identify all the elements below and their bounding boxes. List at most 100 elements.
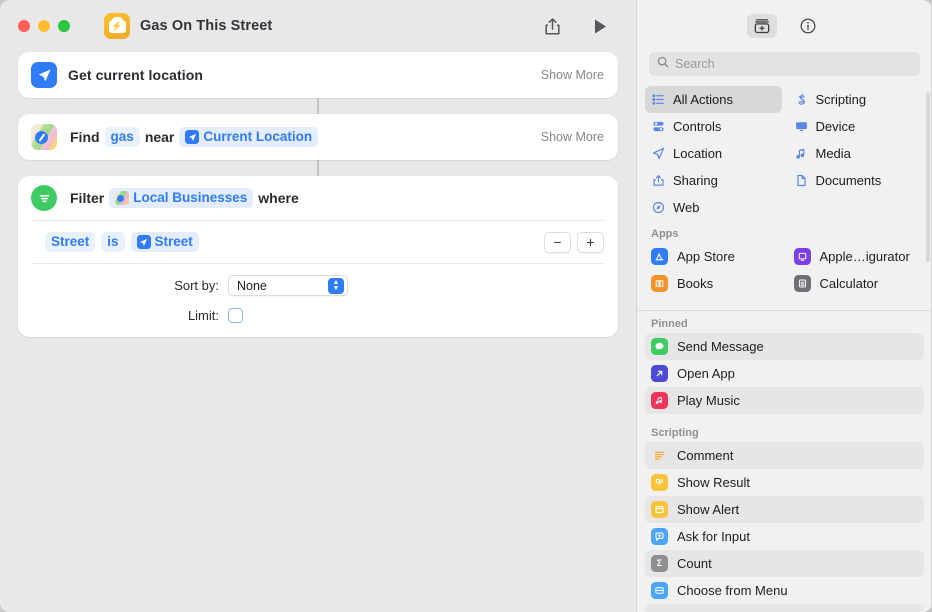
location-arrow-icon [185,130,200,144]
show-more-button[interactable]: Show More [541,68,604,82]
action-connector [317,160,319,176]
condition-buttons: − + [544,231,604,253]
library-item-open-app[interactable]: Open App [645,360,924,387]
sort-by-row: Sort by: None ▲ ▼ [18,264,618,300]
title-bar-actions [540,14,620,38]
category-grid: All Actions Scripting Controls Device Lo… [637,86,932,221]
library-item-label: Ask for Input [677,529,750,545]
info-tab[interactable] [793,14,823,38]
remove-condition-button[interactable]: − [544,231,571,253]
library-item-count[interactable]: Σ Count [645,550,924,578]
add-condition-button[interactable]: + [577,231,604,253]
search-query-chip[interactable]: gas [104,126,140,148]
category-scripting[interactable]: Scripting [788,86,925,113]
category-device[interactable]: Device [788,113,925,140]
action-card-find-places[interactable]: Find gas near Current Location Show More [18,114,618,160]
sort-by-select[interactable]: None ▲ ▼ [228,275,348,296]
filter-input-token[interactable]: Local Businesses [109,187,254,209]
current-location-variable-token[interactable]: Current Location [179,126,319,148]
library-item-choose-from-menu[interactable]: Choose from Menu [645,577,924,604]
category-controls[interactable]: Controls [645,113,782,140]
library-item-send-message[interactable]: Send Message [645,333,924,361]
category-web[interactable]: Web [645,194,782,221]
app-store-icon [651,248,668,266]
library-item-label: Open App [677,366,735,382]
location-arrow-icon [31,62,57,88]
share-icon [651,174,666,187]
limit-checkbox[interactable] [228,308,243,323]
window-controls[interactable] [18,20,70,32]
library-item-comment[interactable]: Comment [645,442,924,470]
library-item-label: Count [677,556,712,572]
category-sharing[interactable]: Sharing [645,167,782,194]
filter-prefix-label: Filter [70,190,105,206]
category-documents[interactable]: Documents [788,167,925,194]
library-item-app-store[interactable]: App Store [645,243,782,270]
workflow-canvas: Get current location Show More Find gas … [0,52,636,612]
library-item-play-music[interactable]: Play Music [645,387,924,415]
library-item-label: Show Result [677,475,750,491]
limit-label: Limit: [187,308,219,323]
shortcuts-window: ⚡ Gas On This Street Get current locatio… [0,0,932,612]
library-item-label: Choose from Menu [677,583,788,599]
messages-icon [651,338,668,356]
run-icon[interactable] [588,14,612,38]
category-label: Controls [673,119,722,135]
chevron-updown-icon: ▲ ▼ [328,278,344,294]
library-item-apple-configurator[interactable]: Apple…igurator [788,243,925,270]
shortcuts-car-icon: ⚡ [104,13,130,39]
scripting-list: Comment Show Result Show Alert Ask for I… [637,442,932,612]
filter-condition-row: Street is Street − + [18,221,618,263]
shortcut-editor-pane: ⚡ Gas On This Street Get current locatio… [0,0,636,612]
section-header-apps: Apps [651,228,679,241]
action-card-get-location[interactable]: Get current location Show More [18,52,618,98]
search-icon [657,55,669,73]
zoom-button[interactable] [58,20,70,32]
library-item-calculator[interactable]: Calculator [788,270,925,297]
music-note-icon [794,147,809,160]
library-tab-bar [637,0,932,52]
category-label: Location [673,146,723,162]
category-label: Web [673,200,700,216]
section-header-scripting: Scripting [651,427,699,440]
action-card-filter[interactable]: Filter Local Businesses where Street is [18,176,618,337]
music-icon [651,392,668,410]
variable-label: Current Location [203,128,313,144]
books-icon [651,275,668,293]
category-label: Scripting [815,92,867,108]
library-item-label: Books [677,276,714,292]
category-label: Device [815,119,856,135]
library-item-label: Play Music [677,393,740,409]
share-icon[interactable] [540,14,564,38]
category-all-actions[interactable]: All Actions [645,86,782,114]
minimize-button[interactable] [38,20,50,32]
sort-by-label: Sort by: [174,278,219,293]
category-location[interactable]: Location [645,140,782,167]
library-scrollbar[interactable] [926,92,930,262]
condition-value-token[interactable]: Street [130,231,199,253]
comment-icon [651,447,668,464]
sort-by-value: None [237,278,267,293]
show-more-button[interactable]: Show More [541,130,604,144]
category-media[interactable]: Media [788,140,925,167]
close-button[interactable] [18,20,30,32]
condition-operator-chip[interactable]: is [101,231,125,253]
library-item-partial[interactable] [645,604,924,612]
calculator-icon [793,275,811,293]
library-item-books[interactable]: Books [645,270,782,297]
library-item-show-alert[interactable]: Show Alert [645,496,924,524]
search-input[interactable] [675,57,912,72]
condition-field-chip[interactable]: Street [45,231,96,253]
library-item-label: Comment [677,448,734,464]
location-arrow-icon [651,147,666,160]
filter-icon [31,185,57,211]
section-header-pinned: Pinned [651,318,688,331]
search-field[interactable] [649,52,920,77]
category-label: Documents [815,173,882,189]
library-item-ask-for-input[interactable]: Ask for Input [645,523,924,550]
pinned-list: Send Message Open App Play Music [637,333,932,415]
library-item-show-result[interactable]: Show Result [645,469,924,496]
action-library-tab[interactable] [746,14,777,38]
scripting-icon [794,93,809,106]
library-item-label: Send Message [677,339,764,355]
